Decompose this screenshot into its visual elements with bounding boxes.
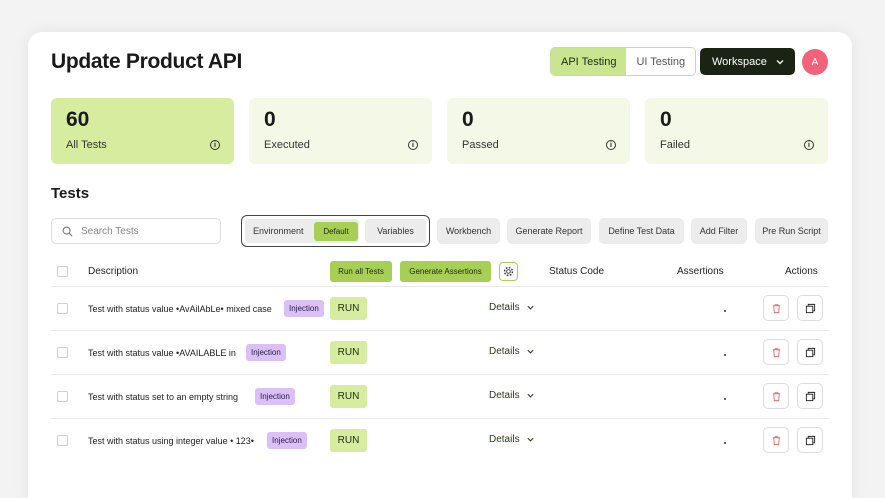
environment-default-button[interactable]: Default bbox=[314, 222, 358, 241]
injection-tag: Injection bbox=[284, 300, 324, 317]
environment-label: Environment bbox=[253, 226, 304, 236]
run-button[interactable]: RUN bbox=[330, 429, 367, 452]
delete-button[interactable] bbox=[763, 295, 789, 321]
run-button[interactable]: RUN bbox=[330, 341, 367, 364]
duplicate-button[interactable] bbox=[797, 427, 823, 453]
row-checkbox[interactable] bbox=[57, 435, 68, 446]
run-all-tests-button[interactable]: Run all Tests bbox=[330, 261, 392, 282]
column-header-description: Description bbox=[88, 266, 139, 277]
test-description: Test with status value •AvAilAbLe• mixed… bbox=[88, 304, 272, 314]
test-description: Test with status using integer value • 1… bbox=[88, 436, 254, 446]
delete-button[interactable] bbox=[763, 339, 789, 365]
details-label: Details bbox=[489, 434, 520, 445]
workbench-button[interactable]: Workbench bbox=[437, 218, 500, 244]
trash-icon bbox=[772, 391, 780, 401]
test-description: Test with status set to an empty string bbox=[88, 392, 239, 402]
details-label: Details bbox=[489, 390, 520, 401]
assertions-value bbox=[724, 354, 726, 356]
stat-label: All Tests bbox=[66, 139, 107, 151]
stat-label: Executed bbox=[264, 139, 310, 151]
row-divider bbox=[51, 374, 829, 375]
search-box[interactable] bbox=[51, 218, 221, 244]
trash-icon bbox=[772, 347, 780, 357]
assertions-value bbox=[724, 310, 726, 312]
column-header-assertions: Assertions bbox=[677, 266, 724, 277]
delete-button[interactable] bbox=[763, 427, 789, 453]
stat-value: 60 bbox=[66, 108, 90, 131]
select-all-checkbox[interactable] bbox=[57, 266, 68, 277]
run-button[interactable]: RUN bbox=[330, 297, 367, 320]
ui-testing-tab[interactable]: UI Testing bbox=[626, 48, 696, 75]
run-button[interactable]: RUN bbox=[330, 385, 367, 408]
row-checkbox[interactable] bbox=[57, 391, 68, 402]
copy-icon bbox=[805, 435, 815, 445]
row-divider bbox=[51, 418, 829, 419]
settings-button[interactable] bbox=[499, 262, 518, 281]
pre-run-script-button[interactable]: Pre Run Script bbox=[755, 218, 828, 244]
testing-mode-toggle: API Testing UI Testing bbox=[550, 47, 697, 76]
tests-heading: Tests bbox=[51, 185, 90, 202]
chevron-down-icon bbox=[526, 393, 534, 398]
test-description: Test with status value •AVAILABLE in bbox=[88, 348, 236, 358]
page-title: Update Product API bbox=[51, 50, 243, 73]
delete-button[interactable] bbox=[763, 383, 789, 409]
row-divider bbox=[51, 330, 829, 331]
add-filter-button[interactable]: Add Filter bbox=[691, 218, 747, 244]
info-icon[interactable]: i bbox=[606, 140, 616, 150]
row-checkbox[interactable] bbox=[57, 347, 68, 358]
assertions-value bbox=[724, 398, 726, 400]
stat-label: Passed bbox=[462, 139, 499, 151]
injection-tag: Injection bbox=[255, 388, 295, 405]
chevron-down-icon bbox=[526, 437, 534, 442]
search-icon bbox=[62, 226, 73, 236]
stat-card-passed[interactable]: 0 Passed i bbox=[447, 98, 630, 164]
details-label: Details bbox=[489, 302, 520, 313]
details-label: Details bbox=[489, 346, 520, 357]
copy-icon bbox=[805, 347, 815, 357]
generate-report-button[interactable]: Generate Report bbox=[507, 218, 591, 244]
stat-card-all-tests[interactable]: 60 All Tests i bbox=[51, 98, 234, 164]
trash-icon bbox=[772, 435, 780, 445]
workspace-label: Workspace bbox=[712, 55, 767, 68]
stat-card-executed[interactable]: 0 Executed i bbox=[249, 98, 432, 164]
stat-value: 0 bbox=[264, 108, 276, 131]
copy-icon bbox=[805, 391, 815, 401]
define-test-data-button[interactable]: Define Test Data bbox=[599, 218, 684, 244]
chevron-down-icon bbox=[526, 349, 534, 354]
row-divider bbox=[51, 286, 829, 287]
workspace-dropdown[interactable]: Workspace bbox=[700, 48, 795, 75]
stat-value: 0 bbox=[660, 108, 672, 131]
info-icon[interactable]: i bbox=[408, 140, 418, 150]
assertions-value bbox=[724, 442, 726, 444]
search-input[interactable] bbox=[81, 225, 201, 237]
stat-value: 0 bbox=[462, 108, 474, 131]
avatar[interactable]: A bbox=[802, 49, 828, 75]
column-header-actions: Actions bbox=[785, 266, 818, 277]
chevron-down-icon bbox=[776, 59, 784, 64]
info-icon[interactable]: i bbox=[804, 140, 814, 150]
variables-button[interactable]: Variables bbox=[365, 219, 426, 243]
details-toggle[interactable]: Details bbox=[489, 346, 535, 357]
injection-tag: Injection bbox=[267, 432, 307, 449]
environment-selector[interactable]: Environment Default bbox=[245, 219, 359, 243]
info-icon[interactable]: i bbox=[210, 140, 220, 150]
environment-group: Environment Default Variables bbox=[241, 215, 430, 247]
injection-tag: Injection bbox=[246, 344, 286, 361]
duplicate-button[interactable] bbox=[797, 295, 823, 321]
stat-card-failed[interactable]: 0 Failed i bbox=[645, 98, 828, 164]
chevron-down-icon bbox=[526, 305, 534, 310]
details-toggle[interactable]: Details bbox=[489, 302, 535, 313]
trash-icon bbox=[772, 303, 780, 313]
stat-label: Failed bbox=[660, 139, 690, 151]
row-checkbox[interactable] bbox=[57, 303, 68, 314]
copy-icon bbox=[805, 303, 815, 313]
gear-icon bbox=[503, 266, 514, 277]
column-header-status-code: Status Code bbox=[549, 266, 605, 277]
details-toggle[interactable]: Details bbox=[489, 434, 535, 445]
generate-assertions-button[interactable]: Generate Assertions bbox=[400, 261, 491, 282]
duplicate-button[interactable] bbox=[797, 383, 823, 409]
api-testing-tab[interactable]: API Testing bbox=[551, 48, 627, 75]
details-toggle[interactable]: Details bbox=[489, 390, 535, 401]
duplicate-button[interactable] bbox=[797, 339, 823, 365]
